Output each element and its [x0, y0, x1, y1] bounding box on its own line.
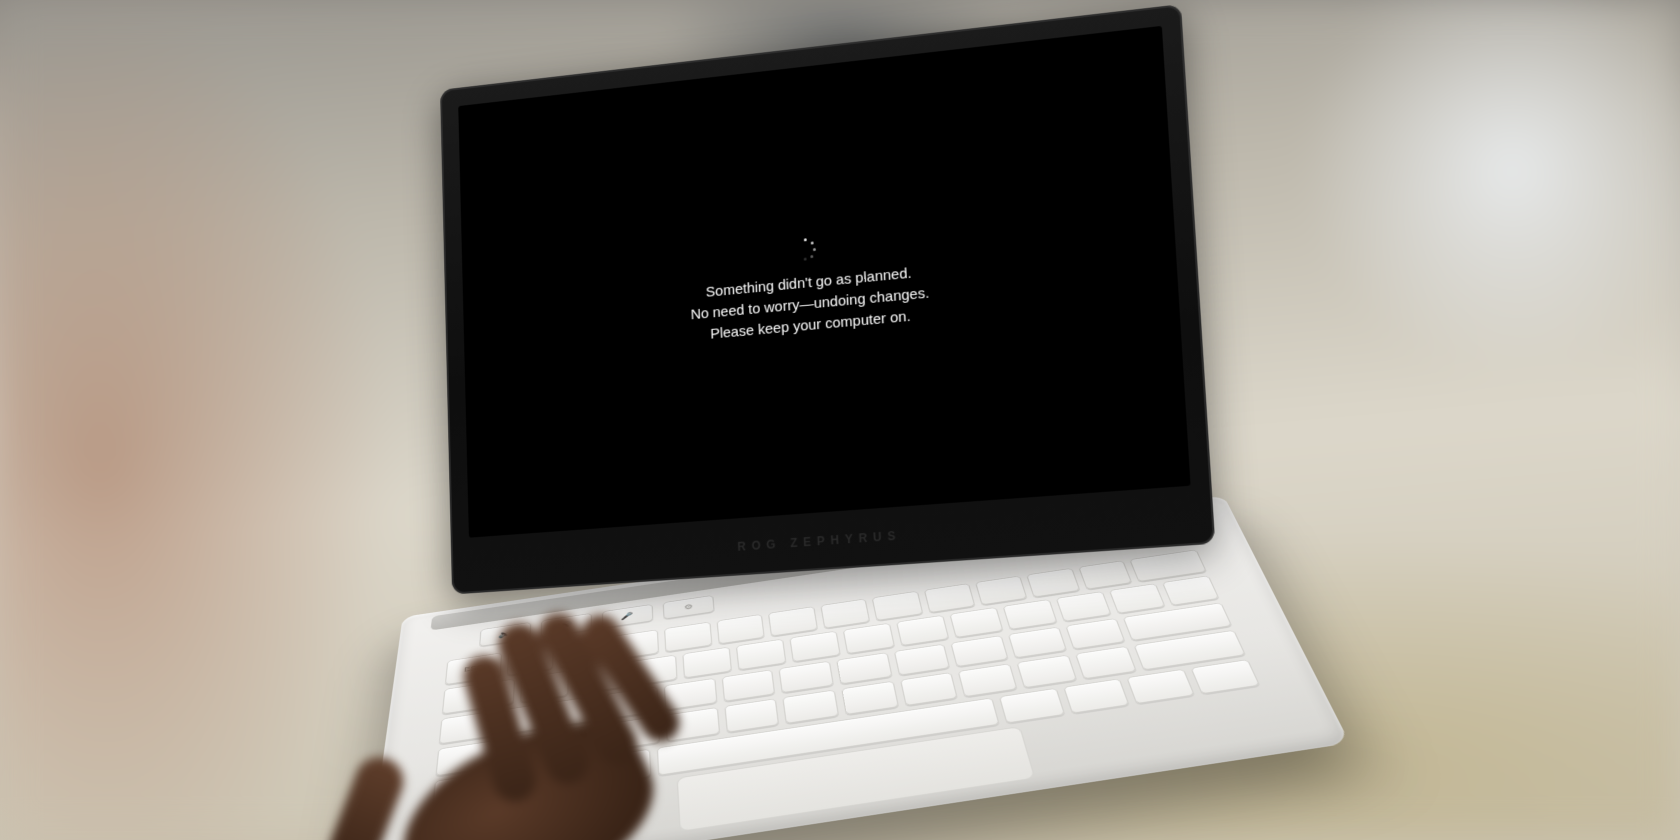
key — [606, 716, 659, 751]
laptop-lid: Something didn't go as planned. No need … — [440, 4, 1215, 594]
key — [628, 655, 677, 687]
key — [842, 623, 894, 654]
key — [999, 688, 1065, 723]
key — [893, 643, 950, 675]
key — [606, 686, 658, 719]
key — [520, 671, 569, 703]
key — [507, 645, 554, 676]
loading-spinner-icon — [795, 238, 817, 261]
key — [560, 637, 607, 668]
key — [820, 599, 870, 629]
media-key: 🎤 — [602, 604, 653, 628]
key — [682, 647, 732, 678]
key — [665, 707, 719, 741]
key — [1008, 626, 1067, 658]
key — [664, 622, 712, 652]
key — [951, 635, 1009, 667]
key — [721, 669, 775, 702]
key-esc: ESC — [445, 653, 502, 685]
key — [574, 663, 622, 695]
key — [958, 664, 1017, 697]
key — [896, 615, 949, 646]
media-key: ⚙ — [663, 595, 715, 619]
key — [592, 749, 651, 786]
key — [783, 690, 839, 724]
update-rollback-message: Something didn't go as planned. No need … — [690, 262, 931, 347]
key — [1065, 618, 1125, 650]
key — [841, 681, 898, 715]
key — [1075, 646, 1136, 679]
key — [1017, 655, 1077, 688]
photo-scene: 🔉 🔊 🎤 ⚙ ESC — [0, 0, 1680, 840]
key — [548, 695, 600, 728]
key — [716, 614, 765, 644]
key — [527, 759, 586, 796]
media-key: 🔉 — [479, 622, 531, 647]
key — [547, 725, 600, 760]
key — [1191, 659, 1260, 694]
key — [664, 678, 717, 711]
key — [779, 661, 834, 694]
media-key: 🔊 — [541, 613, 592, 638]
key — [1162, 575, 1219, 605]
key — [1063, 679, 1130, 714]
key — [900, 672, 958, 706]
key — [736, 639, 787, 670]
key — [872, 591, 923, 621]
key — [1078, 560, 1132, 589]
key — [768, 606, 817, 636]
key — [724, 699, 779, 733]
key — [1109, 583, 1166, 613]
key — [1002, 599, 1057, 629]
key — [789, 631, 840, 662]
key — [975, 576, 1028, 605]
key — [949, 607, 1003, 638]
key — [1027, 568, 1081, 597]
laptop-display: Something didn't go as planned. No need … — [458, 26, 1190, 538]
key — [923, 583, 975, 612]
key — [836, 652, 892, 685]
key — [1056, 591, 1112, 621]
key — [612, 629, 659, 659]
key — [1127, 669, 1195, 704]
